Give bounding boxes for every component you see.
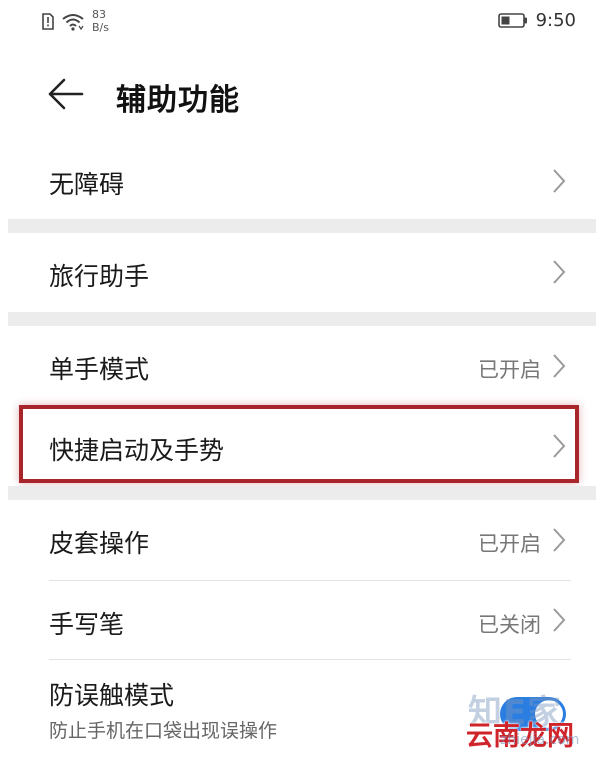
chevron-right-icon xyxy=(553,354,566,378)
settings-item-one-hand-mode[interactable]: 单手模式 已开启 xyxy=(0,326,596,406)
status-bar: 83 B/s 9:50 xyxy=(0,0,596,46)
page-title: 辅助功能 xyxy=(116,83,240,118)
settings-item-cover-operation[interactable]: 皮套操作 已开启 xyxy=(0,500,596,580)
network-speed: 83 B/s xyxy=(92,8,109,34)
settings-item-label: 单手模式 xyxy=(49,355,150,384)
settings-item-status: 已开启 xyxy=(478,532,541,556)
chevron-right-icon xyxy=(553,169,566,193)
settings-item-label: 手写笔 xyxy=(49,610,125,639)
settings-item-label: 防误触模式 xyxy=(49,681,175,710)
settings-item-stylus[interactable]: 手写笔 已关闭 xyxy=(0,581,596,659)
chevron-right-icon xyxy=(553,608,566,632)
settings-item-label: 无障碍 xyxy=(49,170,125,199)
back-arrow-icon[interactable] xyxy=(44,77,84,111)
network-speed-value: 83 xyxy=(92,8,106,21)
screen: 83 B/s 9:50 辅助功能 无障碍 旅行助手 单手模式 已开启 快捷启动及… xyxy=(0,0,596,759)
chevron-right-icon xyxy=(553,528,566,552)
section-gap xyxy=(8,219,596,233)
settings-item-accessibility[interactable]: 无障碍 xyxy=(0,143,596,219)
chevron-right-icon xyxy=(553,260,566,284)
section-gap xyxy=(8,486,596,500)
network-speed-unit: B/s xyxy=(92,21,109,34)
status-bar-left: 83 B/s xyxy=(42,8,109,34)
section-gap xyxy=(8,312,596,326)
settings-item-label: 皮套操作 xyxy=(49,529,150,558)
sim-alert-icon xyxy=(42,13,54,30)
settings-item-status: 已开启 xyxy=(478,358,541,382)
wifi-icon xyxy=(62,14,84,31)
status-bar-right: 9:50 xyxy=(497,10,576,31)
settings-item-travel-assistant[interactable]: 旅行助手 xyxy=(0,233,596,312)
highlight-annotation-box xyxy=(19,405,579,483)
settings-item-label: 旅行助手 xyxy=(49,262,150,291)
watermark-url: zhiejia.com xyxy=(500,732,580,748)
clock: 9:50 xyxy=(535,10,576,31)
settings-item-subtitle: 防止手机在口袋出现误操作 xyxy=(49,720,278,742)
settings-item-status: 已关闭 xyxy=(478,613,541,637)
battery-icon xyxy=(497,13,527,28)
header: 辅助功能 xyxy=(0,62,596,124)
